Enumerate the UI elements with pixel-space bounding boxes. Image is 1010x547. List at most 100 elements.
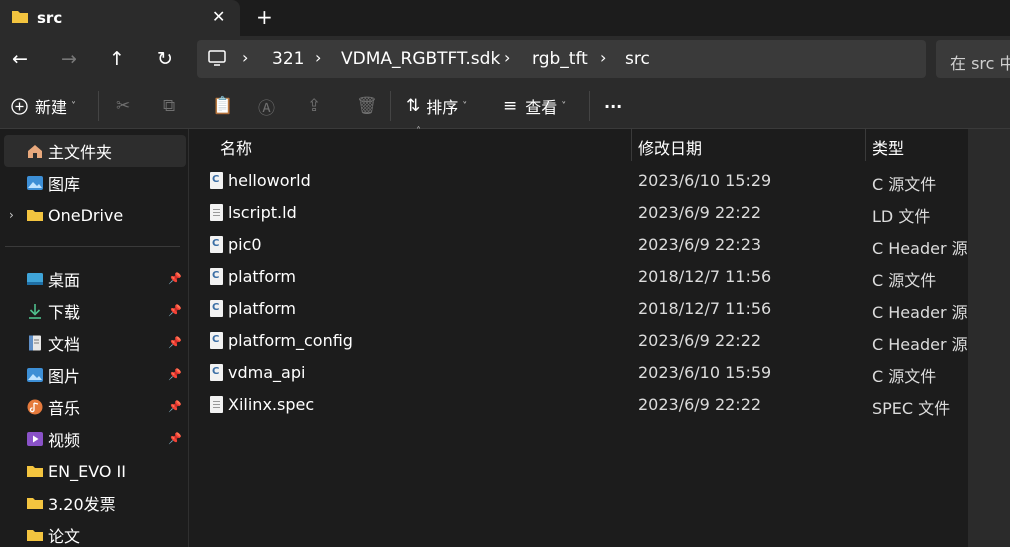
file-name: Xilinx.spec bbox=[228, 395, 315, 414]
sidebar-item-videos[interactable]: 视频 📌 bbox=[4, 423, 186, 455]
column-divider[interactable] bbox=[631, 129, 632, 161]
doc-file-icon bbox=[210, 396, 223, 413]
toolbar-divider bbox=[589, 91, 590, 121]
chevron-right-icon[interactable]: › bbox=[9, 208, 14, 222]
close-tab-icon[interactable]: ✕ bbox=[212, 7, 225, 26]
file-row[interactable]: platform 2018/12/7 11:56 C Header 源文件 bbox=[200, 293, 968, 325]
sidebar-item-invoices[interactable]: 3.20发票 bbox=[4, 487, 186, 519]
breadcrumb-vdma-rgbtft-sdk[interactable]: VDMA_RGBTFT.sdk bbox=[341, 49, 500, 69]
file-date: 2023/6/10 15:59 bbox=[638, 363, 772, 382]
tab-src[interactable]: src ✕ bbox=[0, 0, 240, 36]
file-type: C 源文件 bbox=[872, 271, 937, 290]
breadcrumb-src[interactable]: src bbox=[625, 49, 650, 69]
sidebar-label: 主文件夹 bbox=[48, 143, 113, 162]
sidebar-divider bbox=[5, 246, 180, 247]
file-type: C 源文件 bbox=[872, 367, 937, 386]
file-row[interactable]: pic0 2023/6/9 22:23 C Header 源文件 bbox=[200, 229, 968, 261]
file-row[interactable]: helloworld 2023/6/10 15:29 C 源文件 bbox=[200, 165, 966, 197]
sidebar-item-music[interactable]: 音乐 📌 bbox=[4, 391, 186, 423]
breadcrumb-321[interactable]: 321 bbox=[272, 49, 304, 69]
chevron-right-icon[interactable]: › bbox=[600, 48, 606, 67]
file-name: platform bbox=[228, 299, 296, 318]
rename-icon[interactable]: Ⓐ bbox=[258, 94, 275, 119]
column-header-name[interactable]: 名称 bbox=[220, 135, 252, 167]
download-icon bbox=[29, 304, 41, 319]
chevron-right-icon[interactable]: › bbox=[504, 48, 510, 67]
new-button[interactable]: 新建 ˅ bbox=[11, 94, 76, 118]
pin-icon[interactable]: 📌 bbox=[168, 336, 182, 349]
sidebar-item-onedrive[interactable]: › OneDrive bbox=[4, 199, 186, 231]
file-row[interactable]: Xilinx.spec 2023/6/9 22:22 SPEC 文件 bbox=[200, 389, 966, 421]
desktop-icon bbox=[27, 273, 43, 285]
pin-icon[interactable]: 📌 bbox=[168, 272, 182, 285]
breadcrumb-rgb-tft[interactable]: rgb_tft bbox=[532, 49, 588, 69]
file-row[interactable]: platform_config 2023/6/9 22:22 C Header … bbox=[200, 325, 968, 357]
command-bar: 新建 ˅ ✂ ⧉ 📋 Ⓐ ⇪ 🗑 ⇅ 排序 ˅ ≡ 查看 ˅ ··· bbox=[0, 83, 1010, 129]
folder-icon bbox=[27, 530, 43, 541]
address-bar[interactable]: › 321 › VDMA_RGBTFT.sdk › rgb_tft › src bbox=[197, 40, 926, 78]
monitor-icon bbox=[208, 50, 226, 66]
view-button[interactable]: ≡ 查看 ˅ bbox=[503, 94, 566, 118]
chevron-down-icon: ˅ bbox=[561, 100, 567, 112]
paste-icon[interactable]: 📋 bbox=[212, 94, 233, 118]
tab-title: src bbox=[37, 9, 63, 27]
sidebar-item-papers[interactable]: 论文 bbox=[4, 519, 186, 547]
file-date: 2023/6/10 15:29 bbox=[638, 171, 772, 190]
sidebar-item-gallery[interactable]: 图库 bbox=[4, 167, 186, 199]
videos-icon bbox=[27, 432, 43, 446]
file-list: ˄ 名称 修改日期 类型 helloworld 2023/6/10 15:29 … bbox=[190, 126, 968, 547]
file-name: platform_config bbox=[228, 331, 353, 350]
cut-icon[interactable]: ✂ bbox=[116, 94, 130, 118]
new-label: 新建 bbox=[35, 98, 68, 117]
sort-button[interactable]: ⇅ 排序 ˅ bbox=[406, 94, 467, 118]
file-type: LD 文件 bbox=[872, 207, 931, 226]
pin-icon[interactable]: 📌 bbox=[168, 432, 182, 445]
c-file-icon bbox=[210, 268, 223, 285]
c-file-icon bbox=[210, 332, 223, 349]
file-row[interactable]: vdma_api 2023/6/10 15:59 C 源文件 bbox=[200, 357, 966, 389]
home-icon bbox=[28, 145, 42, 158]
sidebar-item-documents[interactable]: 文档 📌 bbox=[4, 327, 186, 359]
search-box[interactable]: 在 src 中 bbox=[936, 40, 1010, 78]
pin-icon[interactable]: 📌 bbox=[168, 368, 182, 381]
sidebar-item-desktop[interactable]: 桌面 📌 bbox=[4, 263, 186, 295]
file-name: vdma_api bbox=[228, 363, 306, 382]
sidebar-label: EN_EVO II bbox=[48, 461, 126, 481]
share-icon[interactable]: ⇪ bbox=[307, 94, 321, 118]
pin-icon[interactable]: 📌 bbox=[168, 400, 182, 413]
column-header-date[interactable]: 修改日期 bbox=[638, 135, 702, 167]
pin-icon[interactable]: 📌 bbox=[168, 304, 182, 317]
refresh-button[interactable]: ↻ bbox=[151, 45, 179, 73]
new-tab-button[interactable]: + bbox=[256, 5, 273, 29]
file-date: 2018/12/7 11:56 bbox=[638, 267, 772, 286]
sidebar-item-home[interactable]: 主文件夹 bbox=[4, 135, 186, 167]
sidebar-item-pictures[interactable]: 图片 📌 bbox=[4, 359, 186, 391]
sidebar-label: 视频 bbox=[48, 431, 81, 450]
sidebar-label: 文档 bbox=[48, 335, 81, 354]
sidebar-item-en-evo-ii[interactable]: EN_EVO II bbox=[4, 455, 186, 487]
chevron-right-icon[interactable]: › bbox=[242, 48, 248, 67]
more-options-button[interactable]: ··· bbox=[604, 94, 622, 118]
chevron-right-icon[interactable]: › bbox=[315, 48, 321, 67]
sidebar-item-downloads[interactable]: 下载 📌 bbox=[4, 295, 186, 327]
sidebar-label: 音乐 bbox=[48, 399, 81, 418]
file-type: C Header 源文件 bbox=[872, 335, 968, 354]
delete-icon[interactable]: 🗑 bbox=[356, 94, 378, 118]
copy-icon[interactable]: ⧉ bbox=[163, 94, 175, 118]
sort-icon: ⇅ bbox=[406, 96, 421, 116]
plus-circle-icon bbox=[11, 97, 28, 115]
doc-file-icon bbox=[210, 204, 223, 221]
up-button[interactable]: ↑ bbox=[103, 45, 131, 73]
tab-bar: src ✕ + bbox=[0, 0, 1010, 36]
column-header-type[interactable]: 类型 bbox=[872, 135, 904, 167]
back-button[interactable]: ← bbox=[6, 45, 34, 73]
file-row[interactable]: platform 2018/12/7 11:56 C 源文件 bbox=[200, 261, 966, 293]
sidebar-label: 下载 bbox=[48, 303, 81, 322]
forward-button[interactable]: → bbox=[55, 45, 83, 73]
file-name: platform bbox=[228, 267, 296, 286]
sidebar-label: 图片 bbox=[48, 367, 81, 386]
folder-icon bbox=[12, 11, 28, 23]
file-name: lscript.ld bbox=[228, 203, 297, 222]
file-row[interactable]: lscript.ld 2023/6/9 22:22 LD 文件 bbox=[200, 197, 966, 229]
column-divider[interactable] bbox=[865, 129, 866, 161]
